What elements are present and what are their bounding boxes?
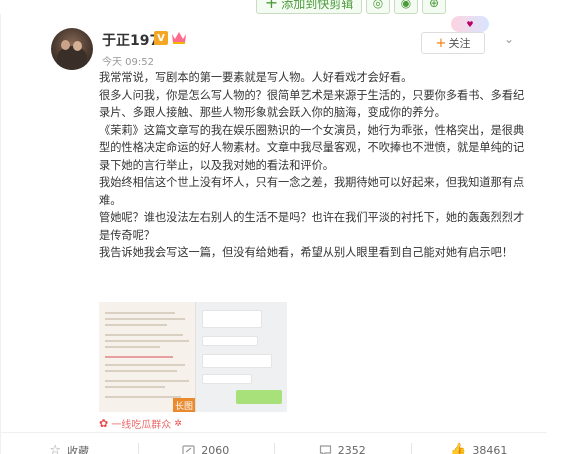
plus-icon: +: [435, 35, 447, 51]
long-image-badge: 长图: [173, 398, 195, 412]
follow-area: ♥ + 关注: [421, 16, 491, 54]
like-button[interactable]: 👍 38461: [410, 433, 548, 454]
plus-icon: +: [264, 0, 279, 12]
action-bar: ☆ 收藏 2060 2352 👍 38461: [1, 433, 547, 454]
star-outline-icon: ☆: [49, 443, 62, 454]
comment-icon: [319, 445, 331, 454]
repost-icon: [182, 445, 195, 454]
crown-icon: [172, 32, 186, 44]
post-paragraph: 我始终相信这个世上没有坏人，只有一念之差，我期待她可以好起来，但我知道那有点难。: [99, 176, 525, 207]
comment-count: 2352: [337, 444, 366, 454]
long-image-thumbnail[interactable]: 长图: [99, 302, 195, 412]
floating-toolbar: + 添加到快剪辑 ◎ ◉ ⊕: [256, 0, 446, 14]
post-images: 长图: [99, 302, 287, 412]
flower-icon: ✲: [174, 418, 182, 429]
avatar[interactable]: [51, 28, 93, 70]
weibo-post-card: 于正1978 V 今天 09:52 ♥ + 关注 ⌄ 我常常说，写剧本的第一要素…: [0, 14, 547, 454]
follow-label: 关注: [448, 37, 471, 50]
verified-badge: V: [154, 31, 168, 45]
source-label: 一线吃瓜群众: [111, 420, 172, 431]
post-paragraph: 管她呢？谁也没法左右别人的生活不是吗？也许在我们平淡的衬托下，她的轰轰烈烈才是传…: [99, 211, 525, 242]
post-paragraph: 我常常说，写剧本的第一要素就是写人物。人好看戏才会好看。: [99, 71, 413, 84]
favorite-button[interactable]: ☆ 收藏: [1, 433, 138, 454]
post-timestamp[interactable]: 今天 09:52: [102, 53, 154, 68]
flower-icon: ✿: [99, 417, 109, 430]
chat-screenshot-thumbnail[interactable]: [195, 302, 287, 412]
chevron-down-icon[interactable]: ⌄: [504, 32, 514, 46]
source-link[interactable]: ✿ 一线吃瓜群众 ✲: [99, 416, 182, 431]
post-text: 我常常说，写剧本的第一要素就是写人物。人好看戏才会好看。 很多人问我，你是怎么写…: [99, 69, 525, 262]
post-paragraph: 我告诉她我会写这一篇，但没有给她看，希望从别人眼里看到自己能对她有启示吧！: [99, 246, 513, 259]
repost-button[interactable]: 2060: [137, 433, 275, 454]
repost-count: 2060: [201, 444, 230, 454]
more-share-icon[interactable]: ⊕: [422, 0, 446, 14]
like-count: 38461: [472, 444, 508, 454]
add-to-clip-label: 添加到快剪辑: [281, 0, 354, 11]
follow-button[interactable]: + 关注: [421, 32, 485, 54]
thumb-up-icon: 👍: [450, 443, 467, 454]
post-paragraph: 很多人问我，你是怎么写人物的？很简单艺术是来源于生活的，只要你多看书、多看纪录片…: [99, 88, 525, 120]
weibo-share-icon[interactable]: ◉: [394, 0, 418, 14]
vip-tag-icon: ♥: [451, 16, 489, 32]
comment-button[interactable]: 2352: [274, 433, 411, 454]
post-paragraph: 《茉莉》这篇文章写的我在娱乐圈熟识的一个女演员，她行为乖张，性格突出，是很典型的…: [99, 123, 525, 172]
add-to-clip-button[interactable]: + 添加到快剪辑: [256, 0, 362, 14]
wechat-share-icon[interactable]: ◎: [366, 0, 390, 14]
favorite-label: 收藏: [67, 444, 90, 454]
